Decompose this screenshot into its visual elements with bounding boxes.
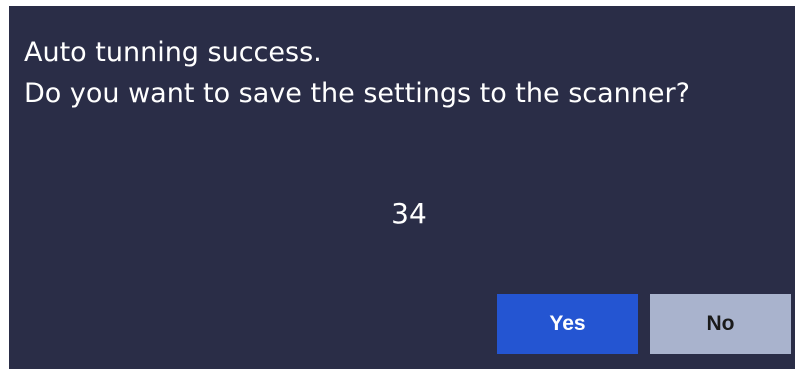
confirm-dialog: Auto tunning success. Do you want to sav… (9, 6, 795, 369)
no-button[interactable]: No (650, 294, 791, 354)
yes-button[interactable]: Yes (497, 294, 638, 354)
message-line-success: Auto tunning success. (24, 37, 322, 68)
dialog-message: Auto tunning success. Do you want to sav… (24, 32, 690, 114)
tuning-value: 34 (391, 197, 427, 230)
message-line-question: Do you want to save the settings to the … (24, 78, 690, 109)
